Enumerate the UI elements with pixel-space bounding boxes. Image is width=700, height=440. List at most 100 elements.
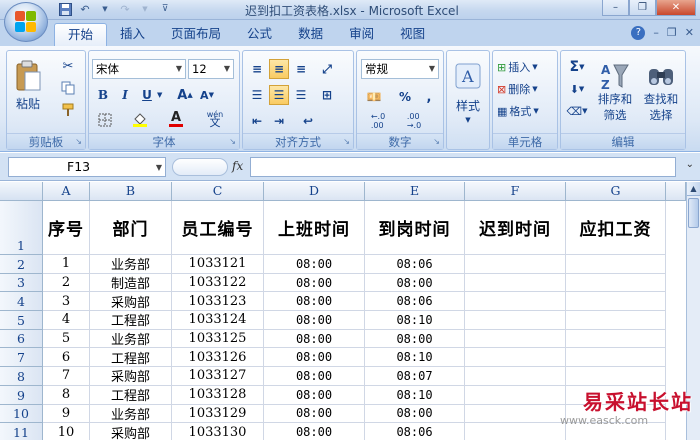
insert-function-button[interactable]: fx <box>232 159 243 173</box>
table-cell[interactable]: 08:00 <box>264 311 365 330</box>
table-cell[interactable]: 1033126 <box>172 348 264 368</box>
name-box[interactable]: F13 ▼ <box>8 157 166 177</box>
comma-icon[interactable]: , <box>419 87 439 107</box>
tab-page-layout[interactable]: 页面布局 <box>158 23 234 46</box>
currency-icon[interactable]: 💴 <box>361 87 387 107</box>
decrease-decimal-icon[interactable]: .00 →.0 <box>399 111 429 131</box>
table-cell[interactable]: 3 <box>43 292 90 312</box>
dialog-launcher-icon[interactable]: ↘ <box>343 137 350 146</box>
table-cell[interactable]: 08:00 <box>264 404 365 424</box>
paste-button[interactable]: 粘贴 <box>11 55 45 117</box>
customize-qat-icon[interactable]: ⊽ <box>158 2 172 16</box>
increase-decimal-icon[interactable]: ←.0.00 <box>363 111 393 131</box>
column-header-f[interactable]: F <box>465 182 566 201</box>
italic-button[interactable]: I <box>115 85 135 105</box>
table-cell[interactable]: 4 <box>43 311 90 330</box>
table-cell[interactable] <box>465 292 566 312</box>
table-cell[interactable]: 08:10 <box>365 311 465 330</box>
decrease-font-icon[interactable]: A ▼ <box>197 85 217 105</box>
bold-button[interactable]: B <box>93 85 113 105</box>
table-cell[interactable]: 工程部 <box>90 311 172 330</box>
table-cell[interactable]: 1033128 <box>172 385 264 405</box>
phonetic-guide-icon[interactable]: wén 文 <box>201 109 229 129</box>
table-cell[interactable] <box>566 311 666 330</box>
decrease-indent-icon[interactable]: ⇤ <box>247 111 267 131</box>
table-cell[interactable] <box>566 329 666 349</box>
table-cell[interactable] <box>465 329 566 349</box>
font-size-select[interactable]: 12 ▼ <box>188 59 234 79</box>
table-cell[interactable]: 采购部 <box>90 423 172 440</box>
tab-formulas[interactable]: 公式 <box>234 23 285 46</box>
ribbon-minimize-icon[interactable]: – <box>653 26 659 40</box>
header-cell[interactable]: 迟到时间 <box>465 201 566 255</box>
table-cell[interactable] <box>465 423 566 440</box>
office-button[interactable] <box>4 2 48 42</box>
header-cell[interactable]: 上班时间 <box>264 201 365 255</box>
column-header-c[interactable]: C <box>172 182 264 201</box>
table-cell[interactable] <box>566 273 666 293</box>
chevron-down-icon[interactable]: ▼ <box>138 2 152 16</box>
table-cell[interactable]: 7 <box>43 367 90 386</box>
table-cell[interactable]: 业务部 <box>90 329 172 349</box>
header-cell[interactable]: 到岗时间 <box>365 201 465 255</box>
align-middle-icon[interactable]: ≡ <box>269 59 289 79</box>
table-cell[interactable]: 08:00 <box>264 348 365 368</box>
table-cell[interactable]: 08:00 <box>264 423 365 440</box>
table-cell[interactable]: 工程部 <box>90 348 172 368</box>
table-cell[interactable]: 1 <box>43 255 90 274</box>
format-cells-button[interactable]: ▦ 格式 ▼ <box>497 101 555 121</box>
scroll-up-icon[interactable]: ▲ <box>687 182 700 196</box>
table-cell[interactable]: 08:00 <box>264 273 365 293</box>
dialog-launcher-icon[interactable]: ↘ <box>229 137 236 146</box>
clear-icon[interactable]: ⌫ ▼ <box>565 101 589 121</box>
close-button[interactable]: ✕ <box>656 0 696 16</box>
table-cell[interactable]: 08:00 <box>264 367 365 386</box>
font-color-icon[interactable]: A <box>165 109 187 129</box>
styles-button[interactable]: A 样式 ▼ <box>449 57 487 129</box>
chevron-down-icon[interactable]: ▼ <box>157 91 162 99</box>
table-cell[interactable]: 采购部 <box>90 292 172 312</box>
row-header[interactable]: 2 <box>0 255 43 274</box>
table-cell[interactable]: 08:00 <box>365 329 465 349</box>
wrap-text-icon[interactable]: ↩ <box>295 111 321 131</box>
header-cell[interactable]: 员工编号 <box>172 201 264 255</box>
table-cell[interactable]: 08:00 <box>264 292 365 312</box>
table-cell[interactable]: 08:06 <box>365 423 465 440</box>
format-painter-icon[interactable] <box>59 101 77 119</box>
table-cell[interactable] <box>465 348 566 368</box>
expand-formula-bar-icon[interactable]: ⌄ <box>686 159 694 170</box>
border-icon[interactable] <box>93 111 117 129</box>
tab-insert[interactable]: 插入 <box>107 23 158 46</box>
ribbon-restore-icon[interactable]: ❐ <box>667 26 677 40</box>
increase-indent-icon[interactable]: ⇥ <box>269 111 289 131</box>
table-cell[interactable]: 业务部 <box>90 404 172 424</box>
row-header[interactable]: 5 <box>0 311 43 330</box>
header-cell[interactable]: 部门 <box>90 201 172 255</box>
dialog-launcher-icon[interactable]: ↘ <box>75 137 82 146</box>
help-icon[interactable]: ? <box>631 26 646 40</box>
table-cell[interactable]: 工程部 <box>90 385 172 405</box>
table-cell[interactable] <box>465 273 566 293</box>
table-cell[interactable] <box>465 367 566 386</box>
header-cell[interactable]: 序号 <box>43 201 90 255</box>
row-header[interactable]: 10 <box>0 404 43 424</box>
table-cell[interactable]: 制造部 <box>90 273 172 293</box>
undo-icon[interactable]: ↶ <box>78 2 92 16</box>
row-header[interactable]: 6 <box>0 329 43 349</box>
align-center-icon[interactable]: ☰ <box>269 85 289 105</box>
table-cell[interactable]: 9 <box>43 404 90 424</box>
table-cell[interactable]: 08:06 <box>365 292 465 312</box>
sort-filter-button[interactable]: AZ 排序和 筛选 <box>593 55 637 129</box>
dialog-launcher-icon[interactable]: ↘ <box>433 137 440 146</box>
table-cell[interactable] <box>465 255 566 274</box>
fill-icon[interactable]: ⬇ ▼ <box>565 79 589 99</box>
table-cell[interactable]: 采购部 <box>90 367 172 386</box>
row-header[interactable]: 9 <box>0 385 43 405</box>
table-cell[interactable]: 08:00 <box>365 273 465 293</box>
table-cell[interactable]: 业务部 <box>90 255 172 274</box>
column-header-e[interactable]: E <box>365 182 465 201</box>
table-cell[interactable]: 5 <box>43 329 90 349</box>
chevron-down-icon[interactable]: ▼ <box>98 2 112 16</box>
table-cell[interactable] <box>465 311 566 330</box>
table-cell[interactable]: 2 <box>43 273 90 293</box>
